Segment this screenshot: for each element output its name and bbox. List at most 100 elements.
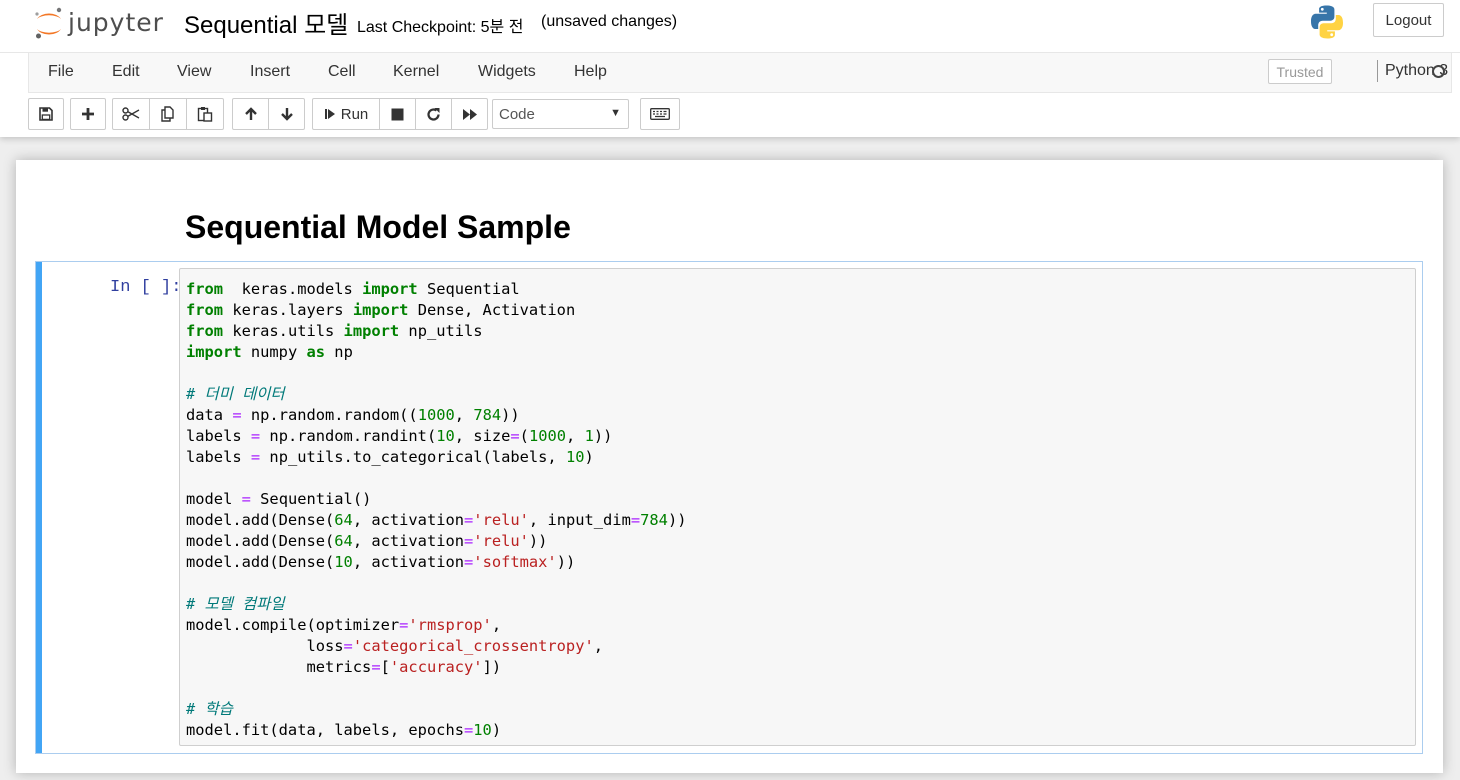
menu-insert[interactable]: Insert: [250, 63, 290, 81]
move-down-button[interactable]: [268, 98, 305, 130]
code-token: 'accuracy': [389, 658, 483, 676]
code-line: from keras.layers import Dense, Activati…: [186, 300, 686, 321]
code-token: )): [556, 553, 576, 571]
menu-help[interactable]: Help: [574, 63, 607, 81]
code-line: metrics=['accuracy']): [186, 657, 686, 678]
code-token: np.random.randint(: [260, 427, 437, 445]
save-button[interactable]: [28, 98, 64, 130]
autosave-status: (unsaved changes): [541, 13, 678, 30]
kernel-status-icon: [1432, 65, 1445, 78]
code-token: 'relu': [473, 511, 529, 529]
restart-run-all-button[interactable]: [451, 98, 488, 130]
stop-icon: [391, 108, 404, 120]
code-line: # 더미 데이터: [186, 384, 686, 405]
code-line: model = Sequential(): [186, 489, 686, 510]
code-token: metrics: [186, 658, 372, 676]
code-token: =: [399, 616, 409, 634]
code-token: ): [491, 721, 502, 739]
code-token: import: [352, 301, 409, 319]
code-line: labels = np.random.randint(10, size=(100…: [186, 426, 686, 447]
code-cell[interactable]: In [ ]: from keras.models import Sequent…: [35, 261, 1423, 754]
code-token: =: [464, 532, 474, 550]
copy-button[interactable]: [149, 98, 187, 130]
code-line: from keras.models import Sequential: [186, 279, 686, 300]
notebook-name[interactable]: Sequential 모델: [184, 5, 348, 40]
interrupt-button[interactable]: [379, 98, 416, 130]
jupyter-logo-icon: [35, 7, 62, 39]
code-editor[interactable]: from keras.models import Sequential from …: [179, 268, 1416, 746]
command-palette-button[interactable]: [640, 98, 680, 130]
move-up-button[interactable]: [232, 98, 269, 130]
code-token: 'softmax': [473, 553, 557, 571]
code-token: from: [186, 301, 224, 319]
code-token: , size: [454, 427, 511, 445]
arrow-down-icon: [280, 108, 293, 121]
code-token: 'categorical_crossentropy': [352, 637, 594, 655]
code-token: , activation: [352, 532, 465, 550]
code-token: 784: [473, 406, 502, 424]
code-token: 1000: [417, 406, 455, 424]
code-token: 1: [584, 427, 594, 445]
menu-widgets[interactable]: Widgets: [478, 63, 536, 81]
notebook-container: Sequential Model Sample In [ ]: from ker…: [16, 160, 1443, 773]
code-line: loss='categorical_crossentropy',: [186, 636, 686, 657]
code-token: 'relu': [473, 532, 529, 550]
code-token: 1000: [528, 427, 567, 445]
code-token: np.random.random((: [241, 406, 418, 424]
menu-view[interactable]: View: [177, 63, 211, 81]
menu-file[interactable]: File: [48, 63, 74, 81]
cell-type-select[interactable]: Code ▼: [492, 99, 629, 129]
jupyter-logo[interactable]: jupyter: [32, 6, 164, 40]
code-token: keras.layers: [223, 301, 353, 319]
notebook-header: jupyter Sequential 모델 Last Checkpoint: 5…: [0, 0, 1460, 137]
code-token: =: [510, 427, 520, 445]
code-line: from keras.utils import np_utils: [186, 321, 686, 342]
fast-forward-icon: [462, 108, 477, 120]
code-token: =: [464, 511, 474, 529]
cut-button[interactable]: [112, 98, 150, 130]
copy-icon: [161, 106, 174, 122]
run-button[interactable]: Run: [312, 98, 380, 130]
menu-edit[interactable]: Edit: [112, 63, 140, 81]
kernel-divider: [1377, 60, 1378, 82]
refresh-icon: [427, 107, 440, 121]
code-token: numpy: [241, 343, 307, 361]
insert-cell-button[interactable]: [70, 98, 106, 130]
logout-button[interactable]: Logout: [1373, 3, 1444, 37]
trusted-indicator[interactable]: Trusted: [1268, 59, 1332, 84]
code-token: =: [232, 406, 242, 424]
logo-text: jupyter: [68, 7, 164, 37]
cut-icon: [122, 107, 140, 121]
code-token: ,: [491, 616, 502, 634]
code-line: data = np.random.random((1000, 784)): [186, 405, 686, 426]
menu-cell[interactable]: Cell: [328, 63, 356, 81]
code-token: labels: [186, 427, 251, 445]
code-line: model.fit(data, labels, epochs=10): [186, 720, 686, 741]
code-token: import: [343, 322, 400, 340]
code-token: as: [306, 343, 326, 361]
keyboard-icon: [650, 108, 670, 120]
menu-kernel[interactable]: Kernel: [393, 63, 439, 81]
code-token: # 학습: [186, 700, 233, 718]
run-label: Run: [340, 105, 369, 123]
code-token: 64: [334, 511, 353, 529]
code-content[interactable]: from keras.models import Sequential from …: [186, 279, 686, 741]
restart-button[interactable]: [415, 98, 452, 130]
code-token: import: [186, 343, 242, 361]
code-token: 10: [436, 427, 455, 445]
code-token: 10: [334, 553, 353, 571]
markdown-heading[interactable]: Sequential Model Sample: [185, 209, 571, 246]
code-line: # 학습: [186, 699, 686, 720]
code-token: =: [343, 637, 353, 655]
code-token: 64: [334, 532, 353, 550]
code-token: Sequential(): [250, 490, 372, 508]
code-line: model.add(Dense(10, activation='softmax'…: [186, 552, 686, 573]
code-token: labels: [186, 448, 251, 466]
code-line: labels = np_utils.to_categorical(labels,…: [186, 447, 686, 468]
paste-button[interactable]: [186, 98, 224, 130]
code-token: from: [186, 280, 224, 298]
code-token: ]): [482, 658, 502, 676]
code-token: , activation: [352, 553, 465, 571]
